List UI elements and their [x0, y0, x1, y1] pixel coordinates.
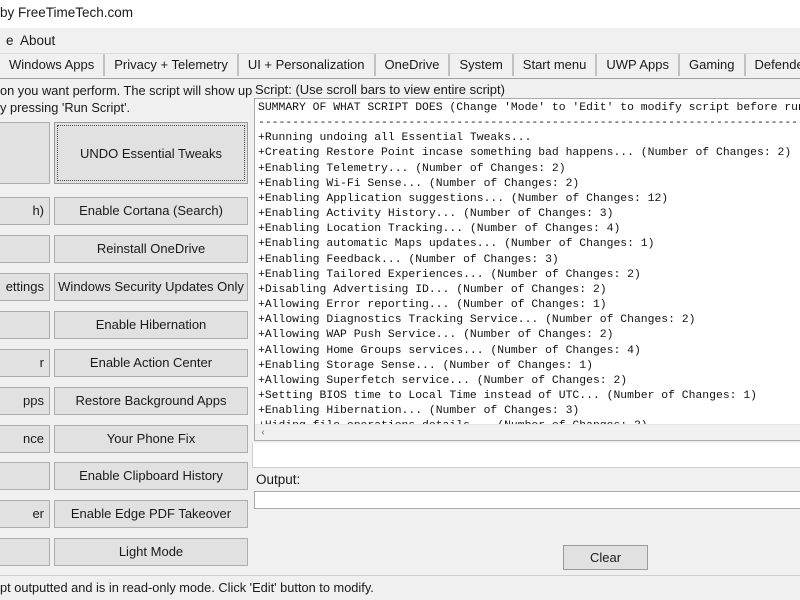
enable-edge-pdf-takeover-button[interactable]: Enable Edge PDF Takeover — [54, 500, 248, 528]
left-partial-button-11[interactable] — [0, 538, 50, 566]
left-partial-button-6[interactable]: r — [0, 349, 50, 377]
restore-background-apps-button[interactable]: Restore Background Apps — [54, 387, 248, 415]
instructions-line-1: on you want perform. The script will sho… — [0, 83, 253, 98]
tab-privacy-telemetry[interactable]: Privacy + Telemetry — [104, 54, 238, 76]
tab-system[interactable]: System — [449, 54, 513, 76]
windows-security-updates-only-button[interactable]: Windows Security Updates Only — [54, 273, 248, 301]
left-partial-button-2[interactable]: h) — [0, 197, 50, 225]
output-panel-backing — [252, 443, 800, 468]
app-window: by FreeTimeTech.com e About Windows Apps… — [0, 0, 800, 600]
enable-hibernation-button[interactable]: Enable Hibernation — [54, 311, 248, 339]
left-partial-button-5[interactable] — [0, 311, 50, 339]
menu-item-about[interactable]: About — [14, 31, 61, 50]
output-value — [255, 492, 800, 494]
left-partial-button-10[interactable]: er — [0, 500, 50, 528]
tab-ui-personalization[interactable]: UI + Personalization — [237, 54, 375, 76]
window-title: by FreeTimeTech.com — [0, 5, 134, 20]
left-partial-button-4[interactable]: ettings — [0, 273, 50, 301]
left-partial-button-1[interactable] — [0, 122, 50, 184]
status-bar: pt outputted and is in read-only mode. C… — [0, 575, 800, 600]
scroll-left-arrow-icon[interactable]: ‹ — [257, 426, 269, 439]
reinstall-onedrive-button[interactable]: Reinstall OneDrive — [54, 235, 248, 263]
menu-bar: e About — [0, 28, 800, 54]
title-bar: by FreeTimeTech.com — [0, 0, 800, 29]
light-mode-button[interactable]: Light Mode — [54, 538, 248, 566]
left-partial-button-9[interactable] — [0, 462, 50, 490]
instructions-line-2: y pressing 'Run Script'. — [0, 100, 131, 115]
tab-start-menu[interactable]: Start menu — [512, 54, 597, 76]
tab-strip: Windows Apps Privacy + Telemetry UI + Pers… — [0, 54, 800, 79]
tab-onedrive[interactable]: OneDrive — [374, 54, 450, 76]
script-content: SUMMARY OF WHAT SCRIPT DOES (Change 'Mod… — [258, 102, 800, 440]
script-panel-label: Script: (Use scroll bars to view entire … — [255, 82, 505, 97]
tab-windows-apps[interactable]: Windows Apps — [0, 54, 105, 76]
left-partial-button-8[interactable]: nce — [0, 425, 50, 453]
tab-defender-security[interactable]: Defender + Security — [744, 54, 800, 76]
script-textarea[interactable]: SUMMARY OF WHAT SCRIPT DOES (Change 'Mod… — [254, 98, 800, 441]
tab-gaming[interactable]: Gaming — [679, 54, 745, 76]
left-partial-button-3[interactable] — [0, 235, 50, 263]
script-horizontal-scrollbar[interactable]: ‹ — [255, 424, 800, 440]
clear-button[interactable]: Clear — [563, 545, 648, 570]
enable-clipboard-history-button[interactable]: Enable Clipboard History — [54, 462, 248, 490]
undo-essential-tweaks-button[interactable]: UNDO Essential Tweaks — [54, 122, 248, 184]
scrollbar-thumb[interactable] — [270, 426, 700, 439]
enable-cortana-button[interactable]: Enable Cortana (Search) — [54, 197, 248, 225]
enable-action-center-button[interactable]: Enable Action Center — [54, 349, 248, 377]
tab-uwp-apps[interactable]: UWP Apps — [596, 54, 679, 76]
your-phone-fix-button[interactable]: Your Phone Fix — [54, 425, 248, 453]
left-partial-button-7[interactable]: pps — [0, 387, 50, 415]
output-field[interactable] — [254, 491, 800, 509]
output-label: Output: — [256, 472, 301, 487]
instructions-text: on you want perform. The script will sho… — [0, 82, 253, 116]
status-bar-text: pt outputted and is in read-only mode. C… — [0, 580, 374, 595]
undo-essential-tweaks-label: UNDO Essential Tweaks — [79, 146, 223, 161]
